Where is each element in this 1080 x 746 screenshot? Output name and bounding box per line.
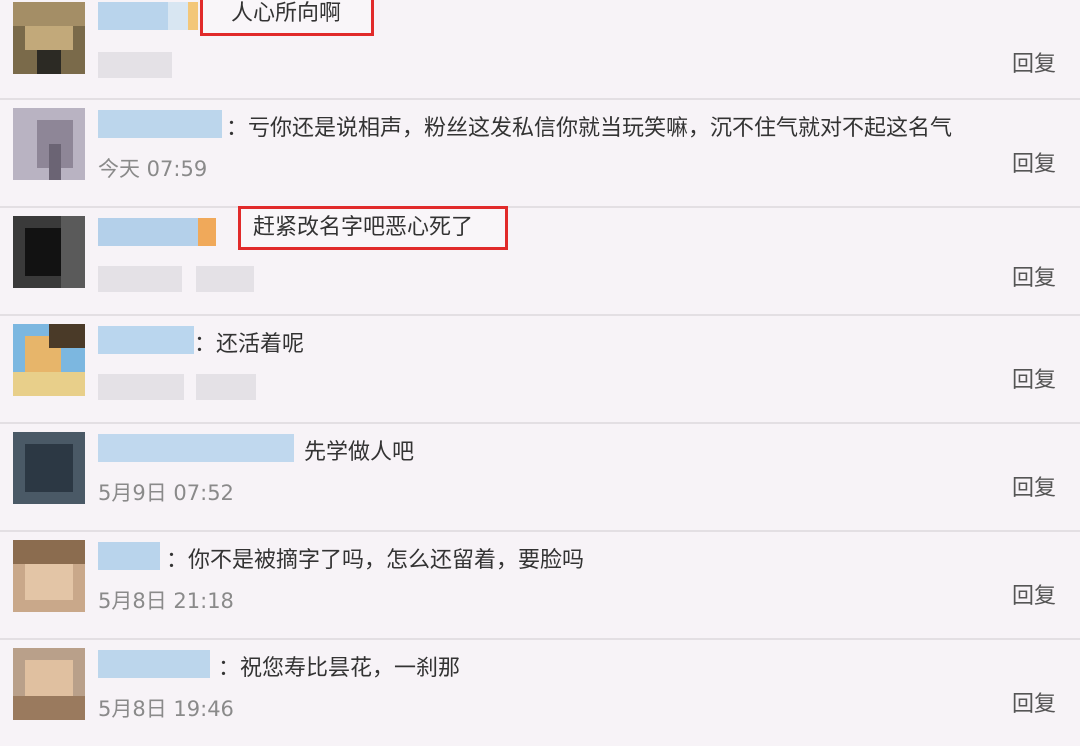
avatar[interactable]: [13, 432, 85, 504]
comment-text: 人心所向啊: [200, 0, 375, 36]
comment-list: 人心所向啊 回复 ：亏你还是说相声，粉丝这发私信你就当玩笑嘛，沉不住气就对不起这…: [0, 0, 1080, 727]
reply-button[interactable]: 回复: [1012, 582, 1056, 612]
comment-text: ：亏你还是说相声，粉丝这发私信你就当玩笑嘛，沉不住气就对不起这名气: [226, 116, 953, 141]
comment-item: ：祝您寿比昙花，一刹那 5月8日 19:46 回复: [0, 638, 1080, 746]
avatar[interactable]: [13, 2, 85, 74]
reply-button[interactable]: 回复: [1012, 366, 1056, 396]
username-blurred[interactable]: [98, 434, 294, 462]
reply-button[interactable]: 回复: [1012, 474, 1056, 504]
comment-text: 先学做人吧: [304, 440, 415, 465]
timestamp: 今天 07:59: [98, 157, 208, 181]
reply-button[interactable]: 回复: [1012, 264, 1056, 294]
comment-text: ：还活着呢: [194, 332, 305, 357]
username-blurred[interactable]: [98, 650, 210, 678]
avatar[interactable]: [13, 108, 85, 180]
timestamp: 5月8日 21:18: [98, 589, 234, 613]
avatar[interactable]: [13, 648, 85, 720]
timestamp: 5月8日 19:46: [98, 697, 234, 721]
comment-item: 先学做人吧 5月9日 07:52 回复: [0, 422, 1080, 532]
comment-text: ：祝您寿比昙花，一刹那: [218, 656, 461, 681]
username-blurred[interactable]: [98, 326, 194, 354]
comment-text: 赶紧改名字吧恶心死了: [238, 206, 509, 250]
username-blurred[interactable]: [98, 2, 198, 30]
reply-button[interactable]: 回复: [1012, 150, 1056, 180]
reply-button[interactable]: 回复: [1012, 690, 1056, 720]
username-blurred[interactable]: [98, 110, 222, 138]
avatar[interactable]: [13, 540, 85, 612]
username-blurred[interactable]: [98, 218, 224, 246]
avatar[interactable]: [13, 216, 85, 288]
timestamp: 5月9日 07:52: [98, 481, 234, 505]
avatar[interactable]: [13, 324, 85, 396]
comment-item: ：亏你还是说相声，粉丝这发私信你就当玩笑嘛，沉不住气就对不起这名气 今天 07:…: [0, 98, 1080, 208]
reply-button[interactable]: 回复: [1012, 50, 1056, 80]
comment-item: ：还活着呢 回复: [0, 314, 1080, 424]
comment-item: 人心所向啊 回复: [0, 0, 1080, 100]
comment-item: 赶紧改名字吧恶心死了 回复: [0, 206, 1080, 316]
comment-text: ：你不是被摘字了吗，怎么还留着，要脸吗: [166, 548, 585, 573]
comment-item: ：你不是被摘字了吗，怎么还留着，要脸吗 5月8日 21:18 回复: [0, 530, 1080, 640]
username-blurred[interactable]: [98, 542, 160, 570]
